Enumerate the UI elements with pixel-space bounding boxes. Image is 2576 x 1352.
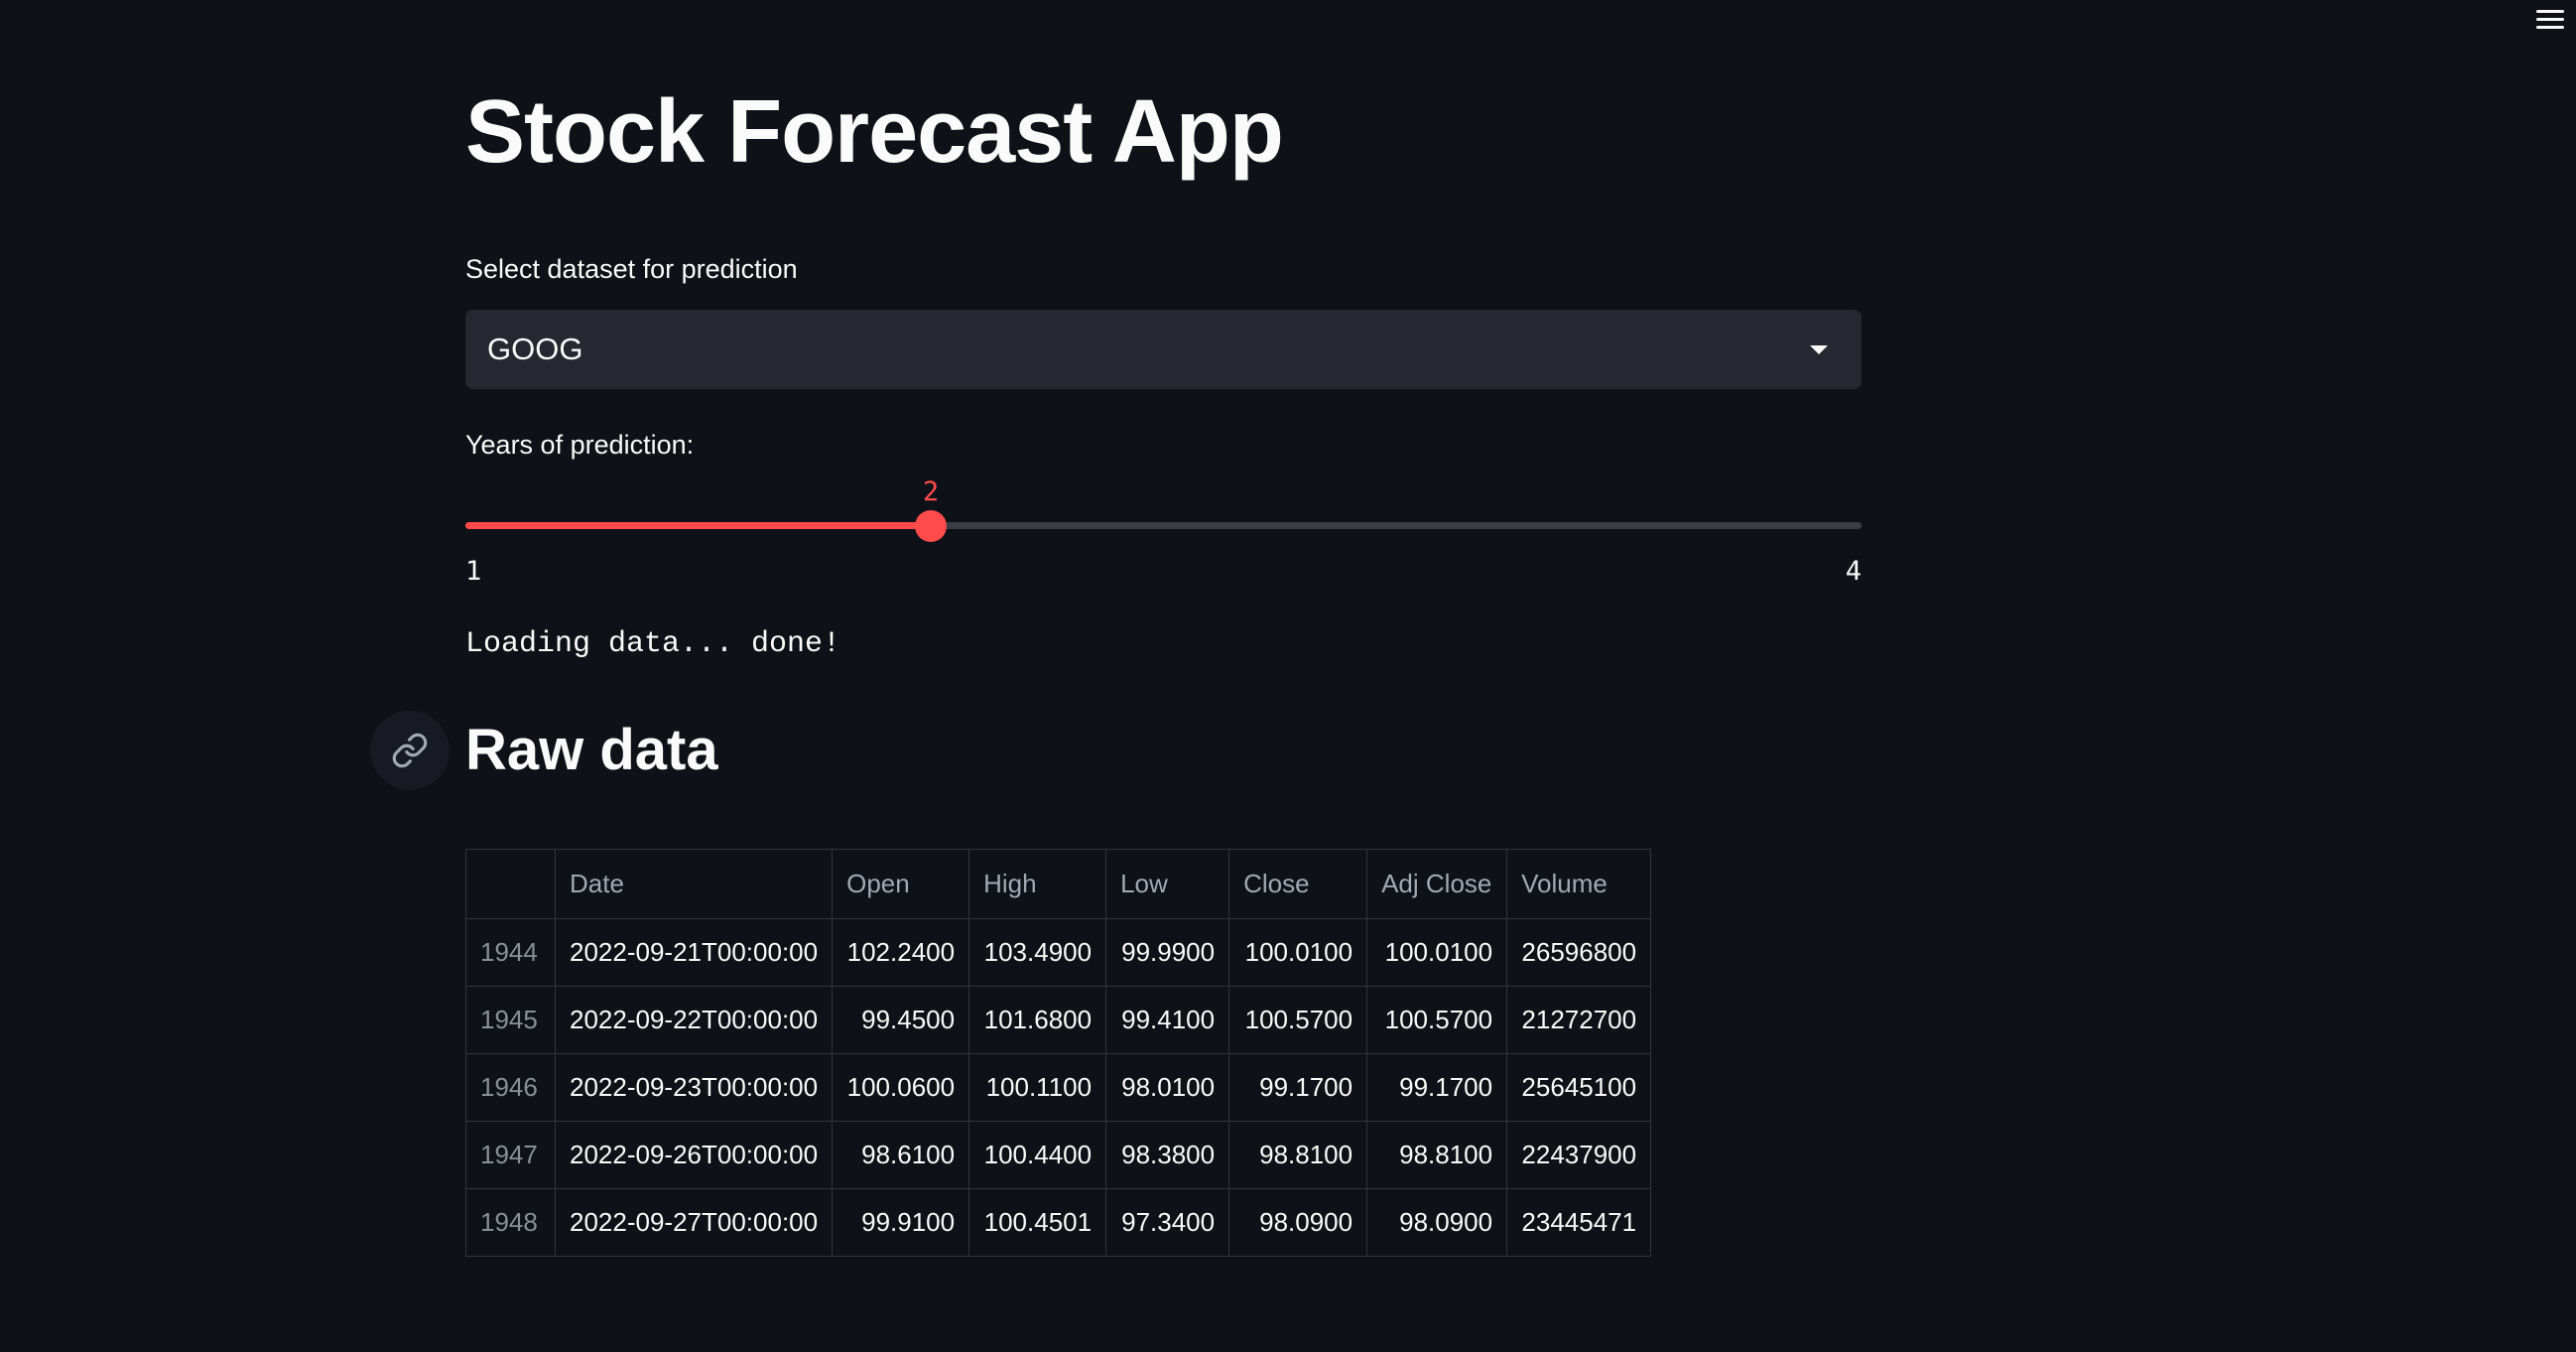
column-header-close[interactable]: Close [1228, 849, 1368, 919]
table-row: 1946 2022-09-23T00:00:00 100.0600 100.11… [465, 1053, 1652, 1122]
row-index: 1944 [465, 918, 556, 987]
cell-low[interactable]: 99.4100 [1105, 986, 1230, 1054]
cell-volume[interactable]: 22437900 [1506, 1121, 1652, 1189]
table-row: 1945 2022-09-22T00:00:00 99.4500 101.680… [465, 986, 1652, 1054]
cell-volume[interactable]: 26596800 [1506, 918, 1652, 987]
cell-adj-close[interactable]: 98.0900 [1366, 1188, 1508, 1257]
row-index: 1946 [465, 1053, 556, 1122]
cell-open[interactable]: 99.9100 [832, 1188, 970, 1257]
cell-adj-close[interactable]: 100.0100 [1366, 918, 1508, 987]
slider-max-label: 4 [1845, 556, 1862, 587]
cell-date[interactable]: 2022-09-21T00:00:00 [554, 918, 834, 987]
cell-open[interactable]: 102.2400 [832, 918, 970, 987]
cell-low[interactable]: 98.3800 [1105, 1121, 1230, 1189]
cell-open[interactable]: 98.6100 [832, 1121, 970, 1189]
years-slider-label: Years of prediction: [465, 430, 695, 460]
years-slider[interactable]: 2 1 4 [465, 476, 1862, 596]
raw-data-heading: Raw data [465, 718, 718, 782]
column-header-index[interactable] [465, 849, 556, 919]
page: Stock Forecast App Select dataset for pr… [0, 0, 2576, 1352]
dataset-select-value: GOOG [487, 332, 583, 366]
hamburger-menu-icon[interactable] [2534, 6, 2566, 34]
dataset-select[interactable]: GOOG [465, 310, 1862, 389]
row-index: 1948 [465, 1188, 556, 1257]
column-header-high[interactable]: High [968, 849, 1107, 919]
cell-open[interactable]: 100.0600 [832, 1053, 970, 1122]
cell-close[interactable]: 100.0100 [1228, 918, 1368, 987]
cell-date[interactable]: 2022-09-23T00:00:00 [554, 1053, 834, 1122]
slider-min-label: 1 [465, 556, 482, 587]
row-index: 1947 [465, 1121, 556, 1189]
cell-low[interactable]: 97.3400 [1105, 1188, 1230, 1257]
slider-track[interactable] [465, 522, 1862, 529]
cell-high[interactable]: 100.4400 [968, 1121, 1107, 1189]
cell-close[interactable]: 98.8100 [1228, 1121, 1368, 1189]
cell-high[interactable]: 100.4501 [968, 1188, 1107, 1257]
chevron-down-icon [1810, 344, 1828, 354]
column-header-adj-close[interactable]: Adj Close [1366, 849, 1508, 919]
table-row: 1948 2022-09-27T00:00:00 99.9100 100.450… [465, 1188, 1652, 1257]
column-header-volume[interactable]: Volume [1506, 849, 1652, 919]
cell-close[interactable]: 100.5700 [1228, 986, 1368, 1054]
cell-low[interactable]: 98.0100 [1105, 1053, 1230, 1122]
table-header-row: Date Open High Low Close Adj Close Volum… [465, 849, 1652, 919]
cell-adj-close[interactable]: 98.8100 [1366, 1121, 1508, 1189]
cell-high[interactable]: 103.4900 [968, 918, 1107, 987]
cell-date[interactable]: 2022-09-22T00:00:00 [554, 986, 834, 1054]
cell-adj-close[interactable]: 99.1700 [1366, 1053, 1508, 1122]
raw-data-table[interactable]: Date Open High Low Close Adj Close Volum… [465, 849, 1652, 1257]
cell-volume[interactable]: 21272700 [1506, 986, 1652, 1054]
cell-date[interactable]: 2022-09-27T00:00:00 [554, 1188, 834, 1257]
column-header-date[interactable]: Date [554, 849, 834, 919]
cell-low[interactable]: 99.9900 [1105, 918, 1230, 987]
slider-value: 2 [922, 476, 940, 507]
loading-status: Loading data... done! [465, 627, 841, 661]
table-row: 1944 2022-09-21T00:00:00 102.2400 103.49… [465, 918, 1652, 987]
column-header-low[interactable]: Low [1105, 849, 1230, 919]
cell-volume[interactable]: 23445471 [1506, 1188, 1652, 1257]
dataset-select-label: Select dataset for prediction [465, 254, 798, 284]
cell-adj-close[interactable]: 100.5700 [1366, 986, 1508, 1054]
cell-high[interactable]: 101.6800 [968, 986, 1107, 1054]
cell-high[interactable]: 100.1100 [968, 1053, 1107, 1122]
row-index: 1945 [465, 986, 556, 1054]
column-header-open[interactable]: Open [832, 849, 970, 919]
cell-open[interactable]: 99.4500 [832, 986, 970, 1054]
link-icon[interactable] [370, 711, 450, 790]
cell-volume[interactable]: 25645100 [1506, 1053, 1652, 1122]
page-title: Stock Forecast App [465, 82, 1284, 182]
slider-fill [465, 522, 931, 529]
cell-close[interactable]: 98.0900 [1228, 1188, 1368, 1257]
cell-close[interactable]: 99.1700 [1228, 1053, 1368, 1122]
slider-thumb[interactable] [915, 510, 947, 542]
table-row: 1947 2022-09-26T00:00:00 98.6100 100.440… [465, 1121, 1652, 1189]
cell-date[interactable]: 2022-09-26T00:00:00 [554, 1121, 834, 1189]
